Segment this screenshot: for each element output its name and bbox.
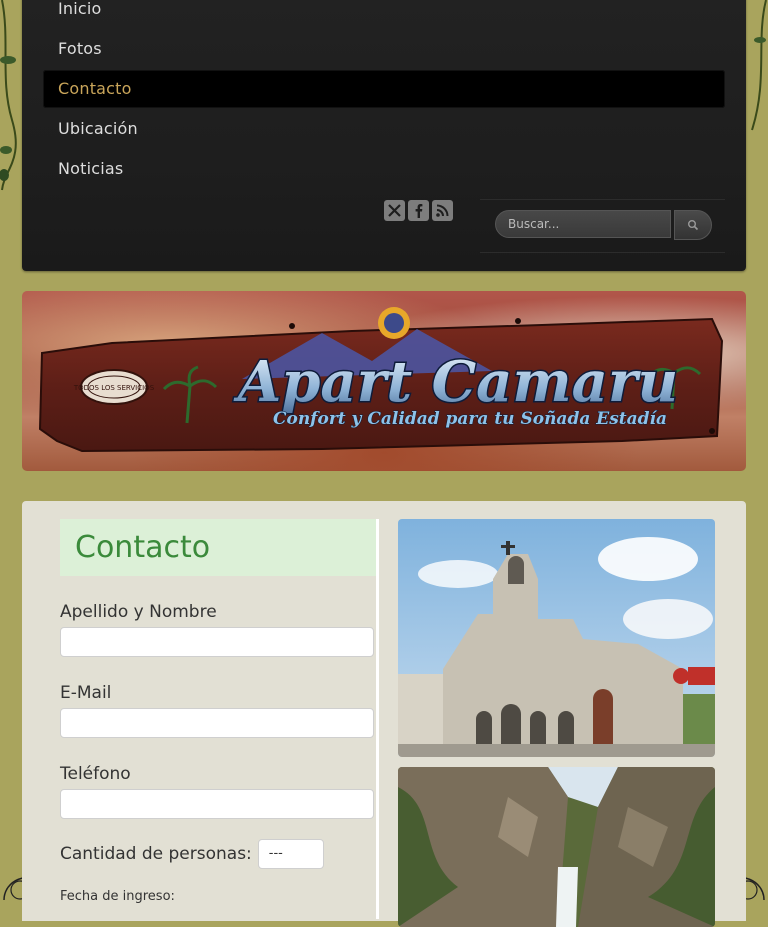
main-menu: Inicio Fotos Contacto Ubicación Noticias: [43, 0, 725, 190]
name-label: Apellido y Nombre: [60, 602, 217, 622]
x-icon[interactable]: [384, 200, 405, 221]
email-field[interactable]: [60, 708, 374, 738]
nav-item-inicio[interactable]: Inicio: [43, 0, 725, 28]
persons-row: Cantidad de personas: ---: [60, 839, 376, 869]
vine-decoration-left: [0, 0, 17, 191]
rss-icon[interactable]: [432, 200, 453, 221]
phone-label: Teléfono: [60, 764, 131, 784]
search-button[interactable]: [674, 210, 712, 240]
contact-form: Contacto Apellido y Nombre E-Mail Teléfo…: [60, 519, 376, 904]
persons-label: Cantidad de personas:: [60, 844, 252, 864]
checkin-date-label: Fecha de ingreso:: [60, 889, 175, 904]
search-icon: [688, 220, 699, 231]
page-title: Contacto: [60, 519, 376, 576]
banner-slogan: Confort y Calidad para tu Soñada Estadía: [273, 409, 667, 429]
waterfall-photo: [398, 767, 715, 927]
navigation-panel: Inicio Fotos Contacto Ubicación Noticias: [22, 0, 746, 271]
banner-sign: TODOS LOS SERVICIOS Apart Camaru Confort…: [38, 307, 724, 453]
social-links: [384, 200, 453, 221]
search-input[interactable]: [495, 210, 671, 238]
facebook-icon[interactable]: [408, 200, 429, 221]
email-label: E-Mail: [60, 683, 112, 703]
vine-decoration-right: [751, 0, 767, 131]
church-photo: [398, 519, 715, 757]
banner-badge: TODOS LOS SERVICIOS: [73, 384, 155, 392]
search-box: [480, 199, 725, 253]
header-banner: TODOS LOS SERVICIOS Apart Camaru Confort…: [22, 291, 746, 471]
banner-title: Apart Camaru: [233, 349, 678, 415]
nav-item-noticias[interactable]: Noticias: [43, 150, 725, 188]
column-divider: [376, 519, 379, 919]
content-area: Contacto Apellido y Nombre E-Mail Teléfo…: [22, 501, 746, 927]
name-field[interactable]: [60, 627, 374, 657]
nav-item-fotos[interactable]: Fotos: [43, 30, 725, 68]
phone-field[interactable]: [60, 789, 374, 819]
nav-item-contacto[interactable]: Contacto: [43, 70, 725, 108]
nav-item-ubicacion[interactable]: Ubicación: [43, 110, 725, 148]
persons-select[interactable]: ---: [257, 839, 324, 869]
